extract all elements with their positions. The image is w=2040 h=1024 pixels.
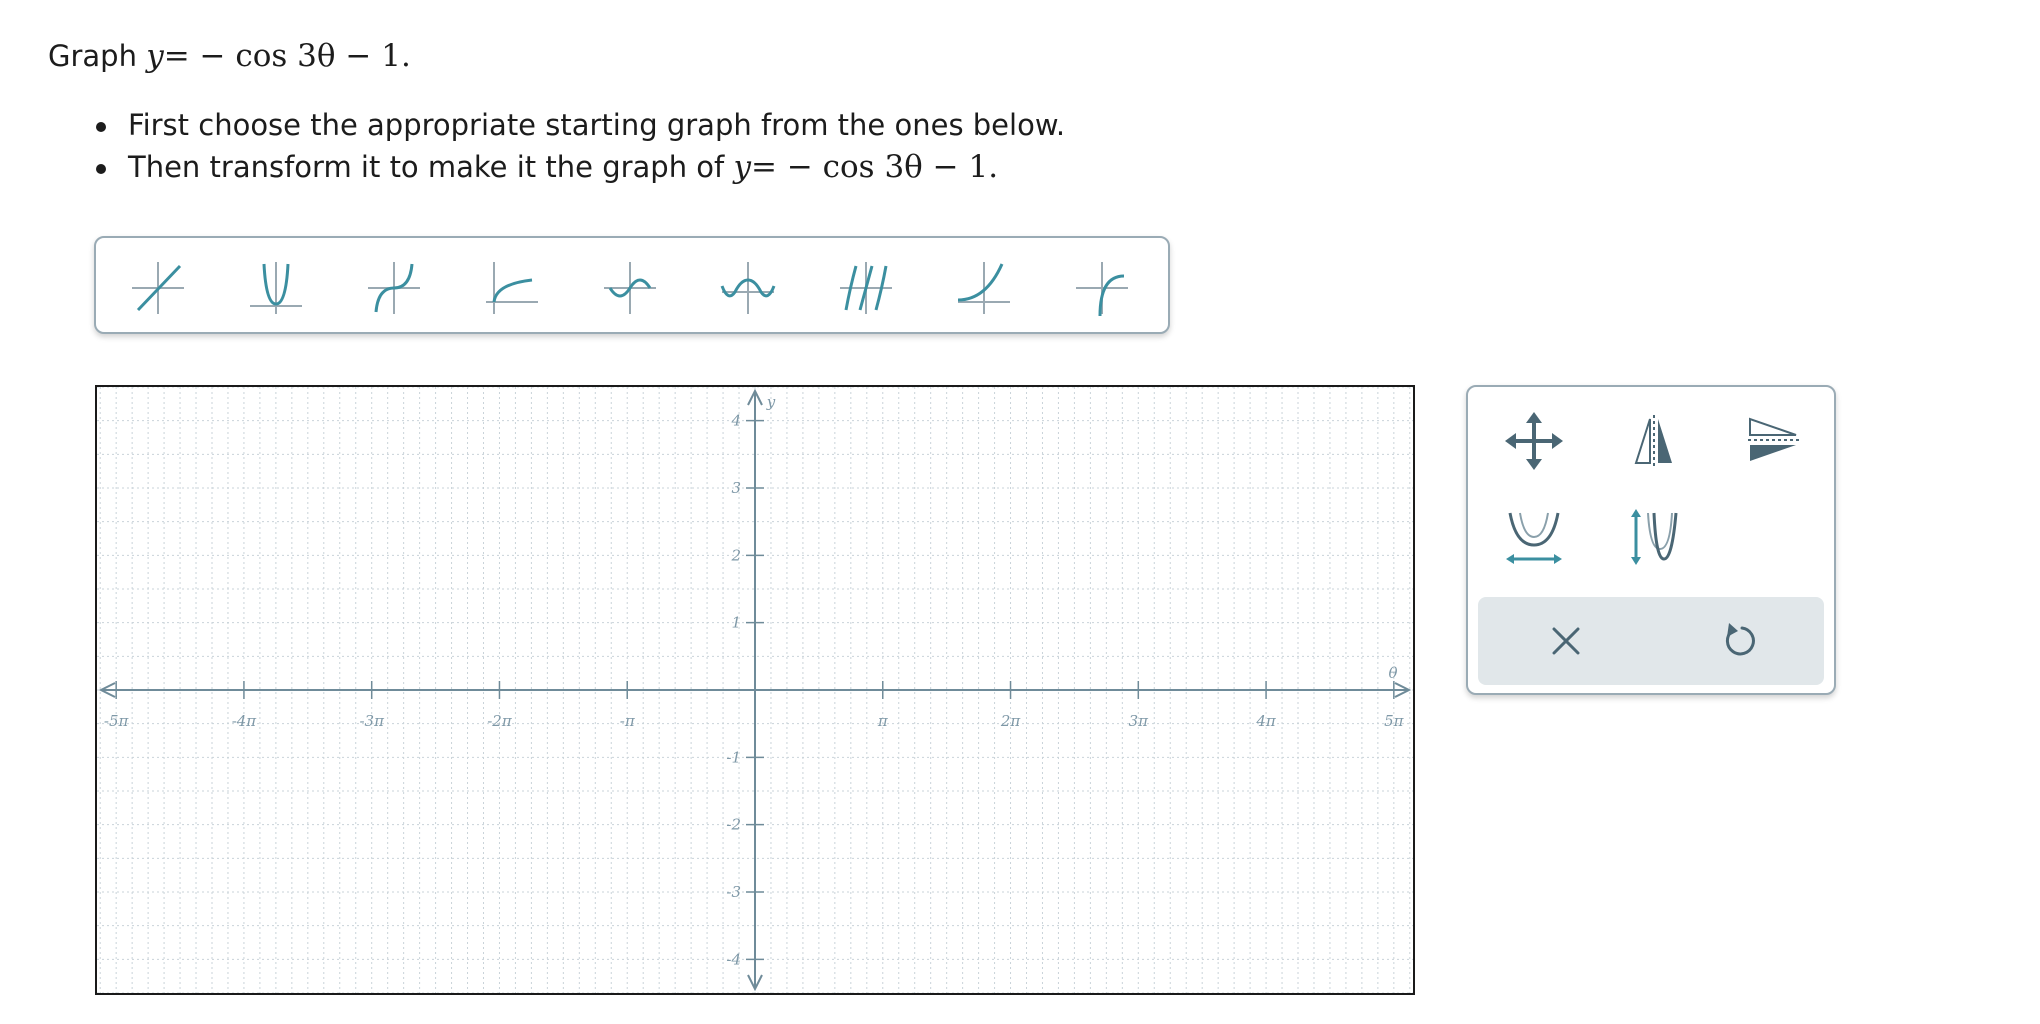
- x-tick-label: 3π: [1129, 712, 1150, 730]
- clear-icon: [1552, 627, 1580, 655]
- parabola-graph-button[interactable]: [244, 256, 308, 320]
- reflect-horizontal-button[interactable]: [1742, 409, 1806, 473]
- x-tick-label: -4π: [232, 712, 258, 730]
- y-tick-label: 4: [730, 412, 741, 430]
- tangent-graph-button[interactable]: [834, 256, 898, 320]
- move-icon: [1505, 412, 1563, 470]
- x-tick-label: 4π: [1255, 712, 1277, 730]
- undo-button[interactable]: [1710, 611, 1770, 671]
- sine-graph-icon: [604, 262, 656, 314]
- x-tick-label: 2π: [1000, 712, 1022, 730]
- x-axis-label: θ: [1388, 664, 1397, 682]
- cosine-graph-icon: [720, 262, 776, 314]
- sine-graph-button[interactable]: [598, 256, 662, 320]
- x-tick-label: 5π: [1384, 712, 1405, 730]
- linear-graph-icon: [132, 262, 184, 314]
- cubic-graph-icon: [368, 262, 420, 314]
- y-tick-label: 2: [730, 546, 741, 564]
- vertical-stretch-icon: [1631, 509, 1678, 565]
- square-root-graph-button[interactable]: [480, 256, 544, 320]
- axes: [98, 388, 1412, 992]
- x-tick-label: -3π: [359, 712, 385, 730]
- equation-lhs: y: [733, 149, 751, 185]
- exponential-graph-icon: [957, 262, 1010, 314]
- instruction-text: Then transform it to make it the graph o…: [128, 150, 725, 184]
- y-tick-label: -3: [726, 883, 741, 901]
- transformation-toolbox: [1466, 385, 1836, 695]
- question-prompt: Graph y= − cos 3θ − 1.: [48, 36, 411, 76]
- y-tick-label: 1: [731, 614, 741, 632]
- instructions-list: First choose the appropriate starting gr…: [96, 104, 1065, 188]
- equation-rhs: = − cos 3θ − 1.: [751, 149, 999, 185]
- y-tick-label: -1: [726, 748, 741, 766]
- instruction-equation: y= − cos 3θ − 1.: [733, 149, 998, 185]
- square-root-graph-icon: [486, 262, 538, 314]
- x-tick-label: -π: [620, 712, 636, 730]
- graph-canvas[interactable]: θ y -5π -4π -3π -2π -π π 2π 3π 4π 5π 4 3 2 1 -1 -2 -3 -4: [95, 385, 1415, 995]
- linear-graph-button[interactable]: [126, 256, 190, 320]
- horizontal-stretch-button[interactable]: [1502, 505, 1566, 569]
- logarithm-graph-icon: [1076, 262, 1128, 317]
- reflect-vertical-button[interactable]: [1622, 409, 1686, 473]
- tangent-graph-icon: [840, 262, 892, 314]
- reflect-horizontal-axis-icon: [1748, 417, 1800, 461]
- y-axis-label: y: [766, 393, 776, 411]
- coordinate-plane[interactable]: θ y -5π -4π -3π -2π -π π 2π 3π 4π 5π 4 3 2 1 -1 -2 -3 -4: [97, 387, 1413, 993]
- instruction-item: First choose the appropriate starting gr…: [96, 104, 1065, 146]
- instruction-item: Then transform it to make it the graph o…: [96, 146, 1065, 188]
- logarithm-graph-button[interactable]: [1070, 256, 1134, 320]
- prompt-lead: Graph: [48, 39, 137, 73]
- instruction-text: First choose the appropriate starting gr…: [128, 108, 1066, 142]
- clear-button[interactable]: [1536, 611, 1596, 671]
- equation-lhs: y: [146, 38, 164, 74]
- x-tick-label: -2π: [487, 712, 513, 730]
- reflect-vertical-axis-icon: [1634, 415, 1672, 467]
- cubic-graph-button[interactable]: [362, 256, 426, 320]
- x-tick-label: -5π: [104, 712, 130, 730]
- vertical-stretch-button[interactable]: [1622, 505, 1686, 569]
- move-tool-button[interactable]: [1502, 409, 1566, 473]
- prompt-equation: y= − cos 3θ − 1.: [146, 38, 411, 74]
- y-tick-label: -2: [726, 816, 741, 834]
- exponential-graph-button[interactable]: [952, 256, 1016, 320]
- y-tick-label: 3: [731, 479, 741, 497]
- starting-graph-palette: [94, 236, 1170, 334]
- undo-icon: [1725, 623, 1755, 656]
- x-tick-label: π: [877, 712, 889, 730]
- y-tick-label: -4: [726, 950, 741, 968]
- action-bar: [1478, 597, 1824, 685]
- horizontal-stretch-icon: [1506, 512, 1562, 564]
- cosine-graph-button[interactable]: [716, 256, 780, 320]
- equation-rhs: = − cos 3θ − 1.: [163, 38, 411, 74]
- parabola-graph-icon: [250, 262, 302, 314]
